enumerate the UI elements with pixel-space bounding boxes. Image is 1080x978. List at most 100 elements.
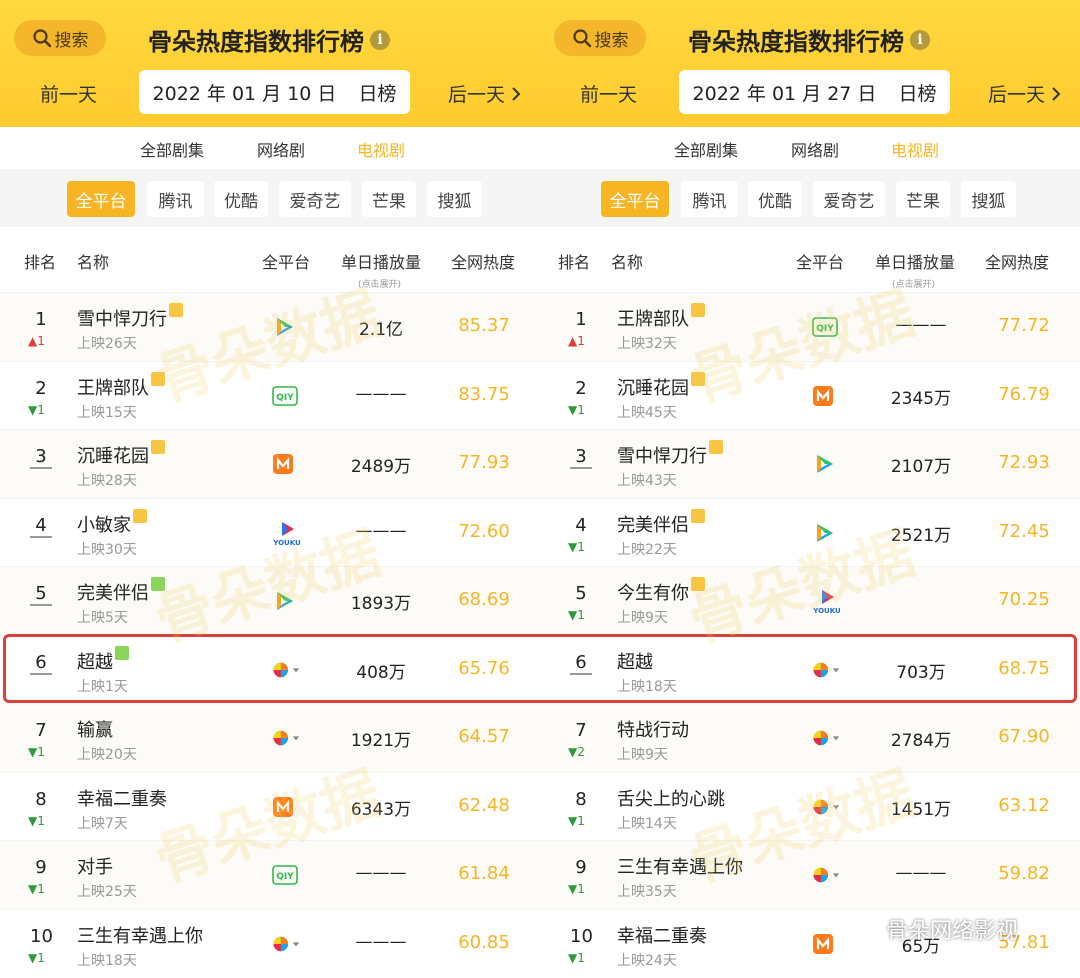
show-title[interactable]: 雪中悍刀行 xyxy=(77,303,183,331)
search-button[interactable]: 搜索 xyxy=(14,20,106,56)
tab-all-series[interactable]: 全部剧集 xyxy=(674,137,738,161)
table-row[interactable]: 9 ▼1 三生有幸遇上你 上映35天 ——— 59.82 xyxy=(540,840,1080,909)
tab-web-series[interactable]: 网络剧 xyxy=(257,137,305,161)
table-row[interactable]: 7 ▼2 特战行动 上映9天 2784万 67.90 xyxy=(540,703,1080,772)
ranking-panel-right: 搜索 骨朵热度指数排行榜 i 前一天 2022 年 01 月 27 日 日榜 后… xyxy=(540,0,1080,978)
table-row[interactable]: 5 完美伴侣 上映5天 1893万 68.69 xyxy=(0,566,540,635)
multi-platform-icon[interactable] xyxy=(812,659,844,681)
platform-youku[interactable]: 优酷 xyxy=(214,181,268,217)
table-row[interactable]: 8 ▼1 舌尖上的心跳 上映14天 1451万 63.12 xyxy=(540,771,1080,841)
platform-all[interactable]: 全平台 xyxy=(601,181,669,217)
show-title[interactable]: 完美伴侣 xyxy=(77,577,165,605)
show-title[interactable]: 超越 xyxy=(77,645,129,674)
platform-mango[interactable]: 芒果 xyxy=(896,181,950,217)
mango-tv-icon xyxy=(813,385,833,406)
table-row[interactable]: 5 ▼1 今生有你 上映9天 YOUKU 70.25 xyxy=(540,566,1080,635)
show-title[interactable]: 幸福二重奏 xyxy=(617,922,707,948)
days-on-air: 上映28天 xyxy=(77,473,137,489)
platform-youku[interactable]: 优酷 xyxy=(748,181,802,217)
next-day-button[interactable]: 后一天 xyxy=(988,80,1061,107)
platform-iqiyi[interactable]: 爱奇艺 xyxy=(813,181,885,217)
show-title[interactable]: 小敏家 xyxy=(77,508,147,537)
rank-change: ▲1 xyxy=(28,334,45,348)
prev-day-button[interactable]: 前一天 xyxy=(580,80,637,107)
info-icon[interactable]: i xyxy=(910,29,930,50)
show-title[interactable]: 完美伴侣 xyxy=(617,508,705,537)
show-title[interactable]: 王牌部队 xyxy=(617,303,705,331)
table-row[interactable]: 7 ▼1 输赢 上映20天 1921万 64.57 xyxy=(0,703,540,772)
platform-logo[interactable] xyxy=(272,656,304,684)
platform-sohu[interactable]: 搜狐 xyxy=(427,181,482,217)
tab-all-series[interactable]: 全部剧集 xyxy=(140,137,204,161)
show-title[interactable]: 三生有幸遇上你 xyxy=(617,853,743,879)
platform-tencent[interactable]: 腾讯 xyxy=(147,181,204,217)
prev-day-button[interactable]: 前一天 xyxy=(40,80,97,107)
search-button[interactable]: 搜索 xyxy=(554,20,646,56)
table-row[interactable]: 4 小敏家 上映30天 YOUKU ——— 72.60 xyxy=(0,497,540,567)
date-selector[interactable]: 2022 年 01 月 10 日 日榜 xyxy=(139,70,410,114)
rank-change-value: 1 xyxy=(37,950,45,965)
arrow-down-icon: ▼ xyxy=(28,745,38,759)
show-title[interactable]: 输赢 xyxy=(77,716,113,742)
multi-platform-icon[interactable] xyxy=(812,864,844,886)
iqiyi-icon: QIY xyxy=(272,385,298,406)
table-row[interactable]: 9 ▼1 对手 上映25天 QIY ——— 61.84 xyxy=(0,840,540,909)
show-title[interactable]: 超越 xyxy=(617,648,653,674)
show-title[interactable]: 雪中悍刀行 xyxy=(617,440,723,468)
table-row[interactable]: 4 ▼1 完美伴侣 上映22天 2521万 72.45 xyxy=(540,497,1080,567)
tab-tv-series[interactable]: 电视剧 xyxy=(357,137,405,161)
table-row[interactable]: 2 ▼1 王牌部队 上映15天 QIY ——— 83.75 xyxy=(0,360,540,430)
rank-number: 1 xyxy=(575,309,587,330)
multi-platform-icon[interactable] xyxy=(272,727,304,749)
platform-tencent[interactable]: 腾讯 xyxy=(681,181,738,217)
rank-change: ▼1 xyxy=(568,882,585,896)
platform-logo[interactable] xyxy=(272,724,304,752)
rank-number: 4 xyxy=(30,515,52,538)
show-name: 雪中悍刀行 xyxy=(77,309,167,330)
table-row[interactable]: 1 ▲1 雪中悍刀行 上映26天 2.1亿 85.37 xyxy=(0,292,540,361)
table-row[interactable]: 1 ▲1 王牌部队 上映32天 QIY ——— 77.72 xyxy=(540,292,1080,361)
daily-plays: 6343万 xyxy=(350,799,412,820)
info-icon[interactable]: i xyxy=(370,29,390,50)
next-day-button[interactable]: 后一天 xyxy=(448,80,521,107)
show-title[interactable]: 舌尖上的心跳 xyxy=(617,785,725,811)
platform-logo[interactable] xyxy=(812,793,844,821)
show-title[interactable]: 幸福二重奏 xyxy=(77,785,167,811)
platform-logo[interactable] xyxy=(812,724,844,752)
show-title[interactable]: 沉睡花园 xyxy=(77,440,165,468)
multi-platform-icon[interactable] xyxy=(812,727,844,749)
table-row[interactable]: 6 超越 上映18天 703万 68.75 xyxy=(540,634,1080,704)
show-title[interactable]: 王牌部队 xyxy=(77,371,165,400)
show-title[interactable]: 沉睡花园 xyxy=(617,371,705,400)
tab-tv-series[interactable]: 电视剧 xyxy=(891,137,939,161)
multi-platform-icon[interactable] xyxy=(812,796,844,818)
table-row[interactable]: 3 雪中悍刀行 上映43天 2107万 72.93 xyxy=(540,429,1080,498)
days-on-air: 上映18天 xyxy=(617,678,677,695)
arrow-down-icon: ▼ xyxy=(568,950,578,965)
table-row[interactable]: 2 ▼1 沉睡花园 上映45天 2345万 76.79 xyxy=(540,360,1080,430)
board-type: 日榜 xyxy=(898,82,937,105)
col-plays[interactable]: 单日播放量 xyxy=(341,249,421,273)
show-title[interactable]: 特战行动 xyxy=(617,716,689,742)
col-plays[interactable]: 单日播放量 xyxy=(875,249,955,273)
platform-mango[interactable]: 芒果 xyxy=(362,181,416,217)
date-selector[interactable]: 2022 年 01 月 27 日 日榜 xyxy=(679,70,950,114)
platform-all[interactable]: 全平台 xyxy=(67,181,135,217)
table-row[interactable]: 8 ▼1 幸福二重奏 上映7天 6343万 62.48 xyxy=(0,771,540,841)
platform-sohu[interactable]: 搜狐 xyxy=(961,181,1016,217)
table-row[interactable]: 3 沉睡花园 上映28天 2489万 77.93 xyxy=(0,429,540,498)
table-row[interactable]: 10 ▼1 三生有幸遇上你 上映18天 ——— 60.85 xyxy=(0,908,540,978)
platform-logo[interactable] xyxy=(812,861,844,889)
platform-logo[interactable] xyxy=(272,930,304,958)
col-platform: 全平台 xyxy=(796,253,845,272)
multi-platform-icon[interactable] xyxy=(272,659,304,681)
table-row[interactable]: 6 超越 上映1天 408万 65.76 xyxy=(0,634,540,704)
show-title[interactable]: 三生有幸遇上你 xyxy=(77,922,203,948)
platform-logo[interactable] xyxy=(812,656,844,684)
tab-web-series[interactable]: 网络剧 xyxy=(791,137,839,161)
title-text: 骨朵热度指数排行榜 xyxy=(148,28,364,56)
multi-platform-icon[interactable] xyxy=(272,933,304,955)
show-title[interactable]: 对手 xyxy=(77,853,113,879)
platform-iqiyi[interactable]: 爱奇艺 xyxy=(279,181,351,217)
show-title[interactable]: 今生有你 xyxy=(617,577,705,605)
